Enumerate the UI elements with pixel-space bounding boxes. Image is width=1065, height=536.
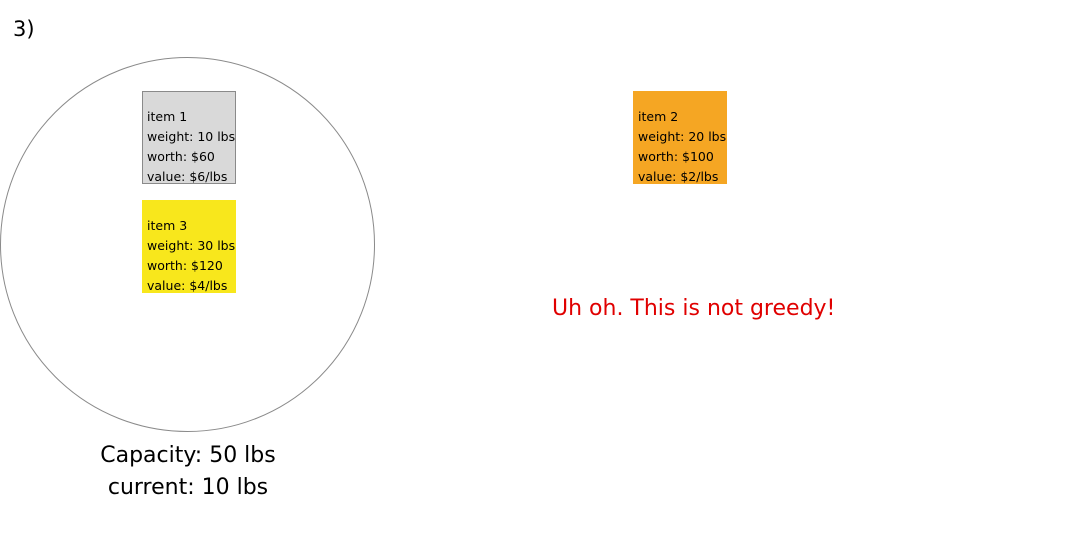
item-2-value: value: $2/lbs bbox=[638, 169, 719, 184]
item-3-worth: worth: $120 bbox=[147, 258, 223, 273]
item-2-title: item 2 bbox=[638, 109, 679, 124]
item-3-title: item 3 bbox=[147, 218, 188, 233]
step-label: 3) bbox=[13, 17, 35, 41]
item-1-title: item 1 bbox=[147, 109, 188, 124]
item-3-weight: weight: 30 lbs bbox=[147, 238, 236, 253]
greedy-warning: Uh oh. This is not greedy! bbox=[552, 296, 836, 321]
item-2-worth: worth: $100 bbox=[638, 149, 714, 164]
item-1-value: value: $6/lbs bbox=[147, 169, 228, 184]
item-1-worth: worth: $60 bbox=[147, 149, 215, 164]
item-3-value: value: $4/lbs bbox=[147, 278, 228, 293]
item-1-weight: weight: 10 lbs bbox=[147, 129, 236, 144]
item-2-box: item 2 weight: 20 lbs worth: $100 value:… bbox=[633, 91, 727, 184]
knapsack-current: current: 10 lbs bbox=[107, 475, 269, 500]
knapsack-capacity: Capacity: 50 lbs bbox=[100, 443, 276, 468]
item-3-box: item 3 weight: 30 lbs worth: $120 value:… bbox=[142, 200, 236, 293]
item-1-box: item 1 weight: 10 lbs worth: $60 value: … bbox=[142, 91, 236, 184]
item-2-weight: weight: 20 lbs bbox=[638, 129, 727, 144]
